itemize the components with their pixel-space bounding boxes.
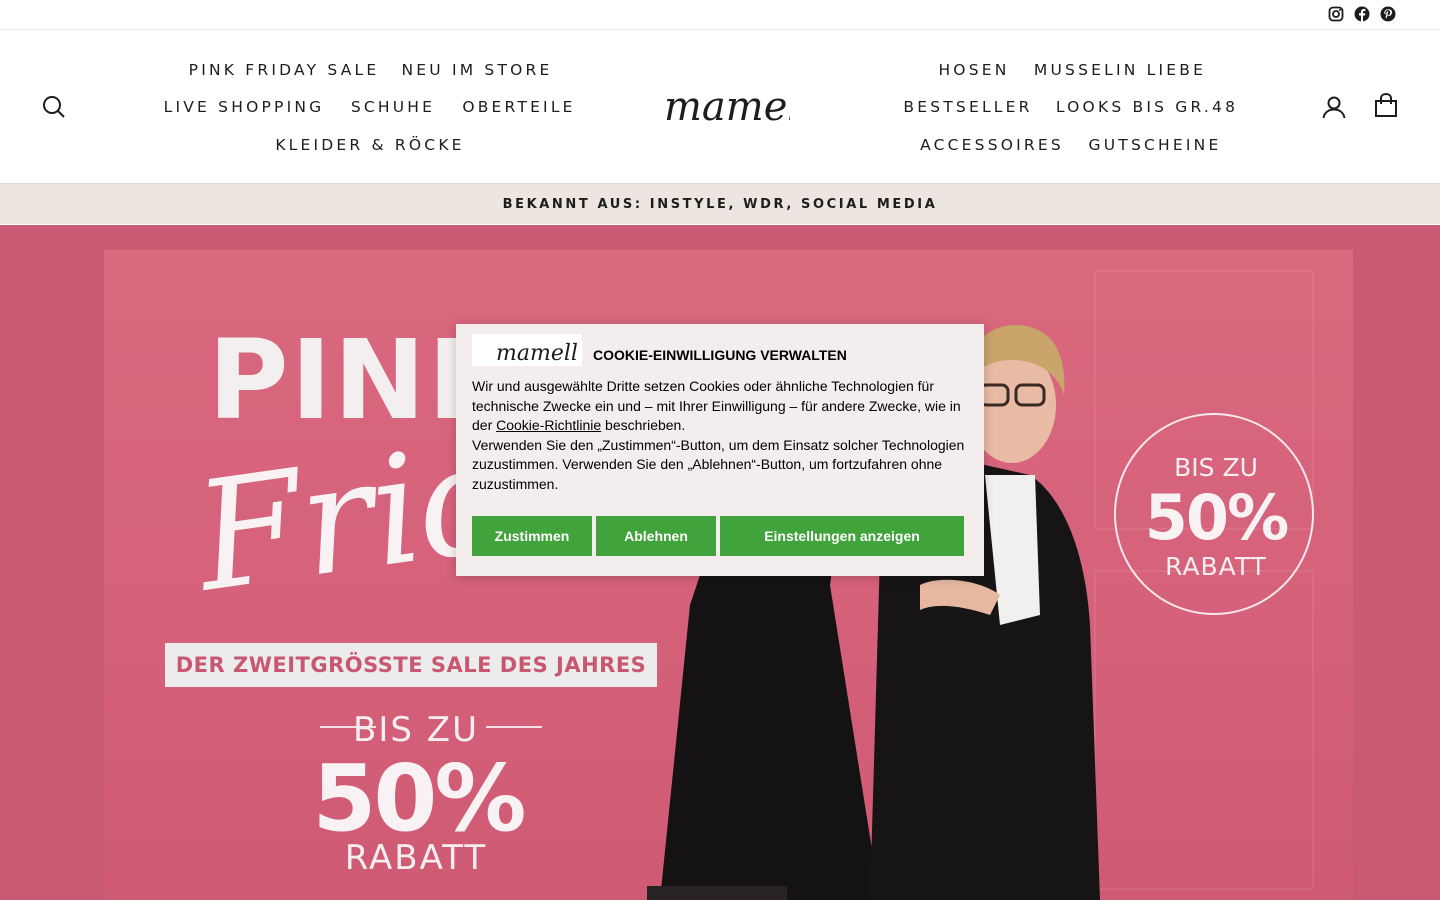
nav-neu-im-store[interactable]: NEU IM STORE [401, 61, 552, 79]
search-icon[interactable] [41, 94, 67, 120]
nav-bestseller[interactable]: BESTSELLER [903, 98, 1032, 116]
hero-rabatt: RABATT [344, 838, 488, 878]
hero-bis-zu: BIS ZU [353, 710, 479, 750]
nav-looks-bis-gr48[interactable]: LOOKS BIS GR.48 [1056, 98, 1238, 116]
cookie-text-para2: Verwenden Sie den „Zustimmen“-Button, um… [472, 436, 965, 492]
nav-oberteile[interactable]: OBERTEILE [462, 98, 575, 116]
hero-percent: 50% [312, 745, 526, 852]
cookie-policy-link[interactable]: Cookie-Richtlinie [496, 417, 601, 433]
facebook-icon[interactable] [1354, 6, 1370, 22]
instagram-icon[interactable] [1328, 6, 1344, 22]
brand-logo[interactable]: mamell [662, 82, 813, 132]
nav-schuhe[interactable]: SCHUHE [351, 98, 435, 116]
circle-rabatt: RABATT [1165, 552, 1267, 581]
hero-bottom-tab [647, 886, 787, 900]
accept-button[interactable]: Zustimmen [472, 516, 592, 556]
site-header: PINK FRIDAY SALE NEU IM STORE LIVE SHOPP… [0, 30, 1440, 183]
svg-text:mamell: mamell [664, 84, 790, 130]
nav-hosen[interactable]: HOSEN [938, 61, 1009, 79]
nav-kleider-roecke[interactable]: KLEIDER & RÖCKE [275, 136, 464, 154]
hero-sale-banner: DER ZWEITGRÖSSTE SALE DES JAHRES [165, 643, 657, 687]
discount-circle-badge: BIS ZU 50% RABATT [1114, 413, 1314, 615]
nav-musselin-liebe[interactable]: MUSSELIN LIEBE [1034, 61, 1206, 79]
nav-accessoires[interactable]: ACCESSOIRES [920, 136, 1064, 154]
social-bar [0, 0, 1440, 30]
cookie-title: COOKIE-EINWILLIGUNG VERWALTEN [593, 347, 847, 363]
svg-text:mamell: mamell [496, 341, 578, 366]
nav-gutscheine[interactable]: GUTSCHEINE [1089, 136, 1222, 154]
hero-sale-banner-text: DER ZWEITGRÖSSTE SALE DES JAHRES [175, 653, 647, 677]
pinterest-icon[interactable] [1380, 6, 1396, 22]
circle-bis-zu: BIS ZU [1174, 453, 1258, 482]
reject-button[interactable]: Ablehnen [596, 516, 716, 556]
account-icon[interactable] [1321, 94, 1347, 120]
announcement-text: BEKANNT AUS: INSTYLE, WDR, SOCIAL MEDIA [502, 196, 938, 212]
divider [486, 726, 542, 728]
circle-percent: 50% [1144, 481, 1289, 554]
cookie-text-part2: beschrieben. [601, 417, 686, 434]
cookie-consent-dialog: mamell COOKIE-EINWILLIGUNG VERWALTEN Wir… [456, 324, 984, 576]
nav-pink-friday-sale[interactable]: PINK FRIDAY SALE [189, 61, 380, 79]
show-settings-button[interactable]: Einstellungen anzeigen [720, 516, 964, 556]
announcement-bar: BEKANNT AUS: INSTYLE, WDR, SOCIAL MEDIA [0, 183, 1440, 224]
cookie-brand-logo: mamell [472, 334, 582, 366]
cookie-description: Wir und ausgewählte Dritte setzen Cookie… [472, 377, 972, 495]
cart-icon[interactable] [1373, 92, 1399, 118]
nav-live-shopping[interactable]: LIVE SHOPPING [164, 98, 325, 116]
social-links [1328, 6, 1396, 22]
